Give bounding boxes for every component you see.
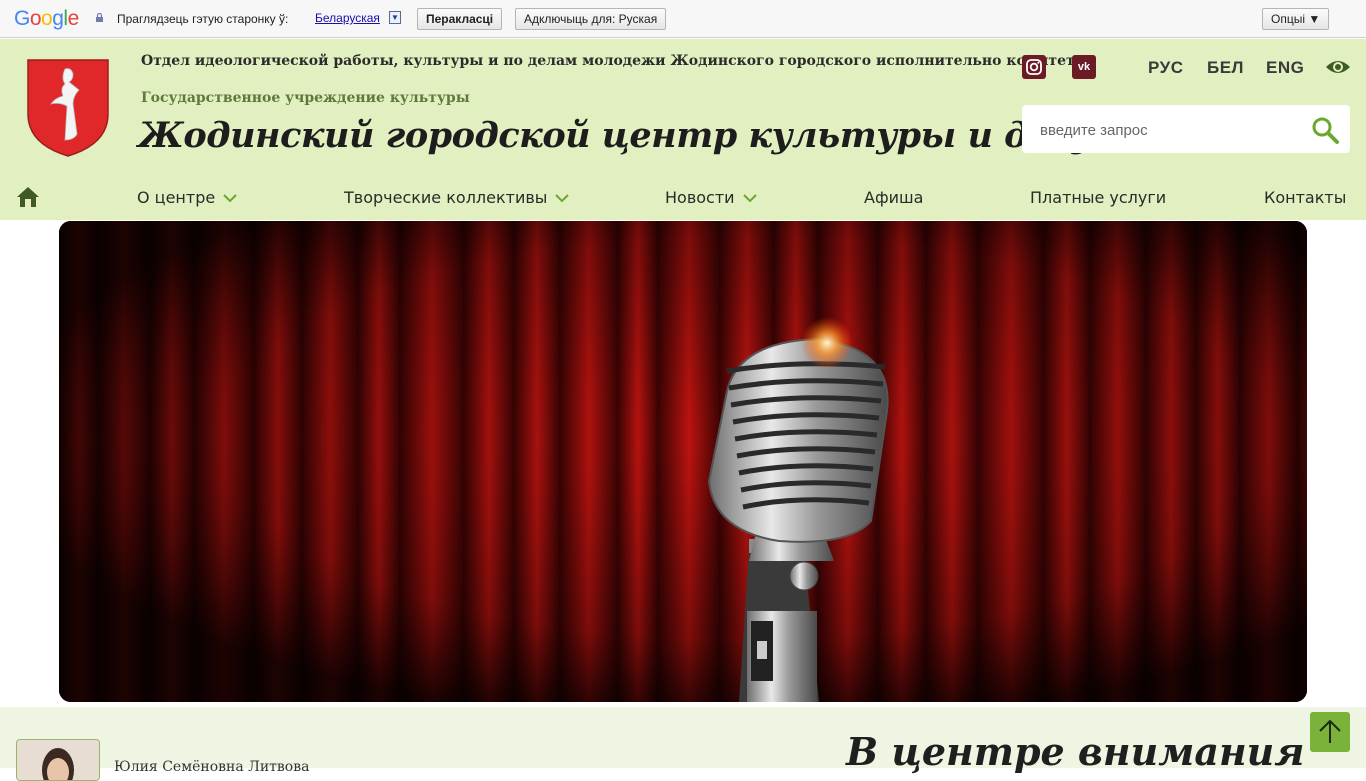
nav-item-label: Афиша (864, 188, 924, 207)
content-section: Юлия Семёновна Литвова В центре внимания (0, 707, 1366, 781)
search-icon[interactable] (1310, 115, 1340, 145)
arrow-up-icon (1319, 719, 1341, 743)
translate-prompt: Праглядзець гэтую старонку ў: (117, 12, 289, 26)
coat-of-arms-logo[interactable] (27, 59, 109, 157)
nav-item-label: Контакты (1264, 188, 1347, 207)
scroll-top-button[interactable] (1310, 712, 1350, 752)
language-select[interactable]: Беларуская (315, 11, 380, 25)
nav-item-news[interactable]: Новости (665, 188, 757, 207)
vk-icon[interactable]: vk (1072, 55, 1096, 79)
translate-button[interactable]: Перакласці (417, 8, 503, 30)
chevron-down-icon (555, 194, 570, 203)
translate-bar: Google Праглядзець гэтую старонку ў: Бел… (0, 0, 1366, 38)
eye-icon[interactable] (1325, 58, 1351, 76)
nav-item-paid-services[interactable]: Платные услуги (1030, 188, 1166, 207)
avatar[interactable] (16, 739, 100, 781)
language-en[interactable]: ENG (1266, 58, 1304, 78)
home-icon[interactable] (16, 186, 40, 208)
hero-banner[interactable] (59, 221, 1307, 702)
options-button[interactable]: Опцыі ▼ (1262, 8, 1330, 30)
nav-item-poster[interactable]: Афиша (864, 188, 923, 207)
curtain-microphone-image (59, 221, 1307, 702)
site-header: Отдел идеологической работы, культуры и … (0, 39, 1366, 220)
site-title[interactable]: Жодинский городской центр культуры и дос… (138, 115, 1134, 156)
nav-item-about[interactable]: О центре (137, 188, 237, 207)
search-input[interactable] (1038, 117, 1302, 143)
search-box (1022, 105, 1350, 153)
lock-icon (96, 13, 103, 22)
google-logo: Google (14, 7, 79, 30)
nav-item-label: Платные услуги (1030, 188, 1167, 207)
instagram-icon[interactable] (1022, 55, 1046, 79)
nav-item-contacts[interactable]: Контакты (1264, 188, 1346, 207)
department-name: Отдел идеологической работы, культуры и … (141, 53, 1084, 69)
chevron-down-icon (223, 194, 237, 203)
nav-item-label: О центре (137, 188, 216, 207)
language-dropdown-icon[interactable]: ▼ (389, 11, 401, 24)
disable-translate-button[interactable]: Адключыць для: Руская (515, 8, 667, 30)
section-title: В центре внимания (846, 729, 1305, 774)
chevron-down-icon (742, 194, 757, 203)
language-ru[interactable]: РУС (1148, 58, 1183, 78)
nav-item-label: Творческие коллективы (344, 188, 548, 207)
nav-item-label: Новости (665, 188, 735, 207)
person-name: Юлия Семёновна Литвова (114, 759, 310, 775)
language-be[interactable]: БЕЛ (1207, 58, 1244, 78)
institution-type: Государственное учреждение культуры (141, 90, 470, 106)
nav-item-groups[interactable]: Творческие коллективы (344, 188, 570, 207)
